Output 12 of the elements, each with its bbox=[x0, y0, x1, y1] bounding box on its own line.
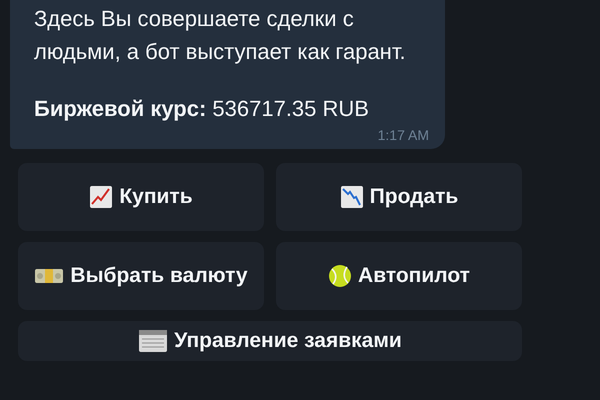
message-text: Здесь Вы совершаете сделки с людьми, а бот выступает как гарант. bbox=[34, 5, 407, 66]
chart-down-icon bbox=[340, 185, 364, 209]
keyboard-button[interactable]: Продать bbox=[276, 163, 522, 231]
keyboard-button[interactable]: Выбрать валюту bbox=[18, 242, 264, 310]
tennis-ball-icon bbox=[328, 264, 352, 288]
keyboard-button[interactable]: Управление заявками bbox=[18, 321, 522, 361]
keyboard-button[interactable]: Купить bbox=[18, 163, 264, 231]
keyboard-button[interactable]: Автопилот bbox=[276, 242, 522, 310]
chart-up-icon bbox=[89, 185, 114, 209]
message-time: 1:17 AM bbox=[376, 127, 429, 143]
ledger-icon bbox=[138, 329, 168, 353]
exchange-rate: Биржевой курс: 536717.35 RUB bbox=[34, 95, 370, 123]
